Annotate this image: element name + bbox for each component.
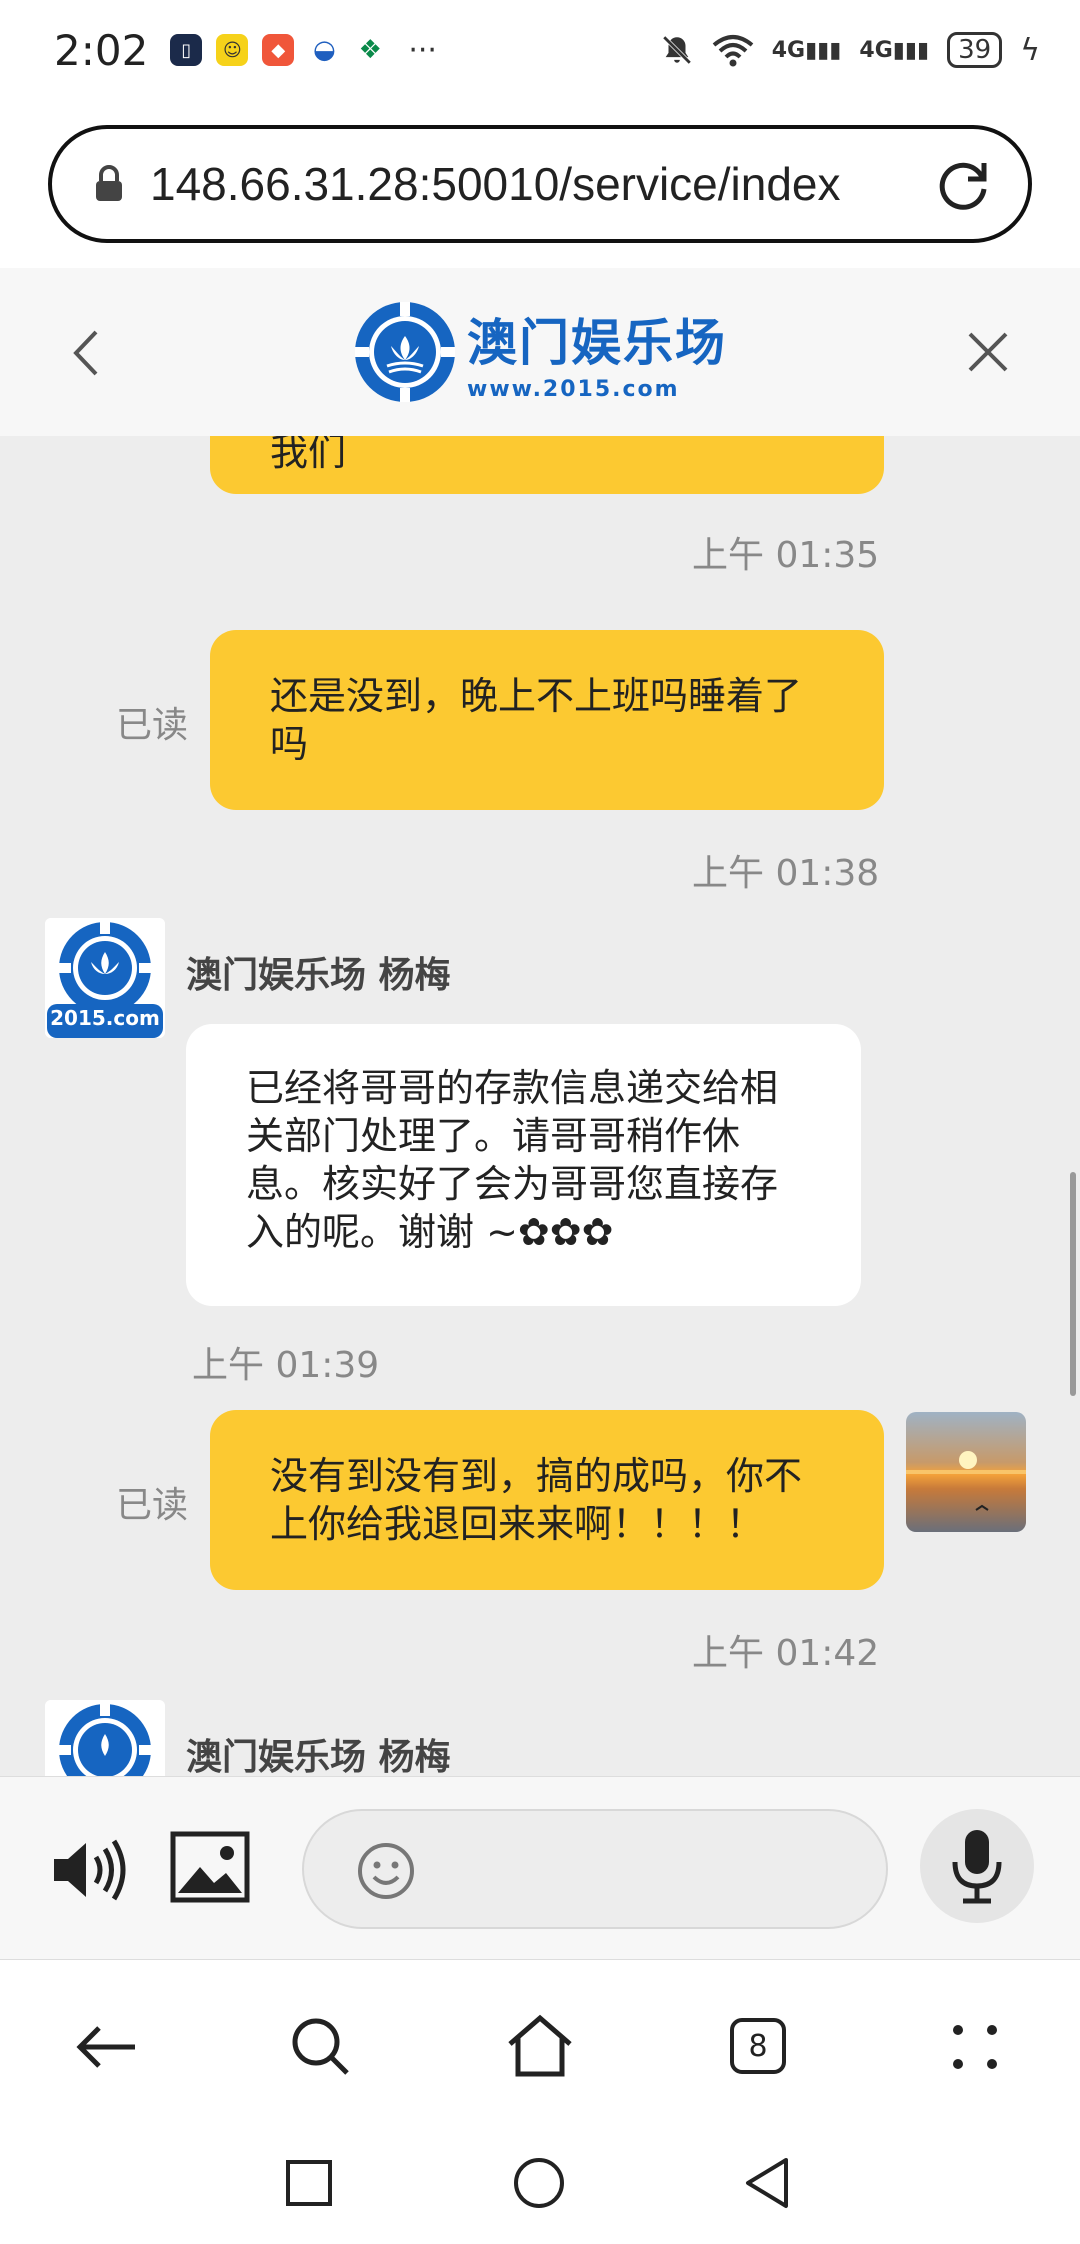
back-chevron-icon[interactable]	[70, 328, 100, 378]
message-text: 还是没到，晚上不上班吗睡着了吗	[270, 674, 803, 766]
message-input-bar	[0, 1776, 1080, 1960]
browser-toolbar: 8	[0, 1960, 1080, 2120]
sender-name: 澳门娱乐场 杨梅	[186, 1737, 451, 1776]
lock-icon	[96, 165, 122, 201]
arrow-left-icon	[76, 2026, 135, 2068]
status-bar: 2:02 ▯ ☺ ◆ ◒ ❖ ··· 4G▮▮▮ 4G▮▮▮ 39 ϟ	[0, 0, 1080, 100]
system-nav-bar	[0, 2120, 1080, 2244]
status-time: 2:02	[54, 25, 149, 75]
message-bubble-agent[interactable]: 已经将哥哥的存款信息递交给相关部门处理了。请哥哥稍作休息。核实好了会为哥哥您直接…	[186, 1024, 861, 1306]
message-time: 上午 01:35	[692, 535, 880, 576]
message-bubble-me[interactable]: 我们	[210, 436, 884, 494]
read-receipt: 已读	[116, 705, 189, 746]
signal-2-icon: 4G▮▮▮	[859, 37, 930, 63]
brand-logo: 澳门娱乐场 www.2015.com	[353, 300, 727, 404]
message-text: 已经将哥哥的存款信息递交给相关部门处理了。请哥哥稍作休息。核实好了会为哥哥您直接…	[246, 1066, 779, 1254]
app-icon: ☺	[216, 34, 249, 66]
url-text[interactable]: 148.66.31.28:50010/service/index	[150, 157, 934, 211]
home-circle-icon[interactable]	[512, 2156, 566, 2210]
battery-icon: 39	[947, 32, 1003, 68]
microphone-icon	[952, 1830, 1002, 1904]
chip-logo-icon	[45, 1700, 165, 1776]
status-app-icons: ▯ ☺ ◆ ◒ ❖ ···	[170, 33, 437, 68]
tabs-button[interactable]: 8	[726, 2014, 790, 2078]
wifi-icon	[712, 35, 753, 67]
message-bubble-me[interactable]: 还是没到，晚上不上班吗睡着了吗	[210, 630, 884, 810]
chat-messages[interactable]: 我们 上午 01:35 已读 还是没到，晚上不上班吗睡着了吗 上午 01:38	[0, 436, 1080, 1776]
logo-site: www.2015.com	[467, 376, 680, 402]
speaker-icon[interactable]	[50, 1835, 130, 1905]
avatar-label: 2015.com	[50, 1006, 160, 1030]
chip-logo-icon	[355, 302, 455, 402]
app-icon: ◒	[308, 34, 341, 66]
voice-button[interactable]	[920, 1809, 1034, 1923]
user-avatar[interactable]	[906, 1412, 1026, 1532]
close-icon[interactable]	[966, 330, 1010, 374]
app-icon: ◆	[262, 34, 295, 66]
recents-icon[interactable]	[284, 2158, 334, 2208]
read-receipt: 已读	[116, 1485, 189, 1526]
tabs-count: 8	[730, 2018, 786, 2074]
nav-back-icon[interactable]	[742, 2156, 792, 2210]
message-input[interactable]	[302, 1809, 888, 1929]
battery-level: 39	[958, 35, 992, 65]
charging-icon: ϟ	[1020, 32, 1040, 68]
home-button[interactable]	[504, 2010, 576, 2082]
message-text: 没有到没有到，搞的成吗，你不上你给我退回来来啊！！！！	[270, 1454, 803, 1546]
agent-avatar[interactable]: 2015.com	[45, 918, 165, 1038]
message-time: 上午 01:39	[192, 1345, 380, 1386]
status-indicators: 4G▮▮▮ 4G▮▮▮ 39 ϟ	[660, 32, 1040, 68]
app-icon: ❖	[354, 34, 387, 66]
message-text: 我们	[270, 436, 347, 474]
home-icon	[508, 2014, 572, 2077]
emoji-icon[interactable]	[356, 1841, 416, 1901]
message-time: 上午 01:38	[692, 853, 880, 894]
reload-icon[interactable]	[934, 155, 992, 213]
search-button[interactable]	[286, 2012, 356, 2082]
network-type: 4G	[859, 37, 893, 63]
signal-1-icon: 4G▮▮▮	[771, 37, 842, 63]
bell-off-icon	[662, 35, 691, 65]
image-icon[interactable]	[170, 1831, 250, 1903]
search-icon	[292, 2018, 349, 2075]
logo-text: 澳门娱乐场 www.2015.com	[467, 303, 727, 402]
sunset-avatar-icon	[906, 1451, 1026, 1511]
message-time: 上午 01:42	[692, 1633, 880, 1674]
screen: 2:02 ▯ ☺ ◆ ◒ ❖ ··· 4G▮▮▮ 4G▮▮▮ 39 ϟ 148.…	[0, 0, 1080, 2244]
scrollbar[interactable]	[1070, 1172, 1076, 1396]
more-notifications-icon: ···	[408, 32, 437, 68]
browser-back-button[interactable]	[72, 2012, 142, 2082]
dots-menu-icon	[953, 2025, 997, 2069]
sender-name: 澳门娱乐场 杨梅	[186, 955, 451, 996]
address-bar[interactable]: 148.66.31.28:50010/service/index	[48, 125, 1032, 243]
app-icon: ▯	[170, 34, 203, 66]
logo-name: 澳门娱乐场	[467, 313, 727, 372]
message-bubble-me[interactable]: 没有到没有到，搞的成吗，你不上你给我退回来来啊！！！！	[210, 1410, 884, 1590]
agent-avatar[interactable]	[45, 1700, 165, 1776]
menu-button[interactable]	[940, 2012, 1010, 2082]
network-type: 4G	[771, 37, 806, 63]
chat-header: 澳门娱乐场 www.2015.com	[0, 268, 1080, 436]
